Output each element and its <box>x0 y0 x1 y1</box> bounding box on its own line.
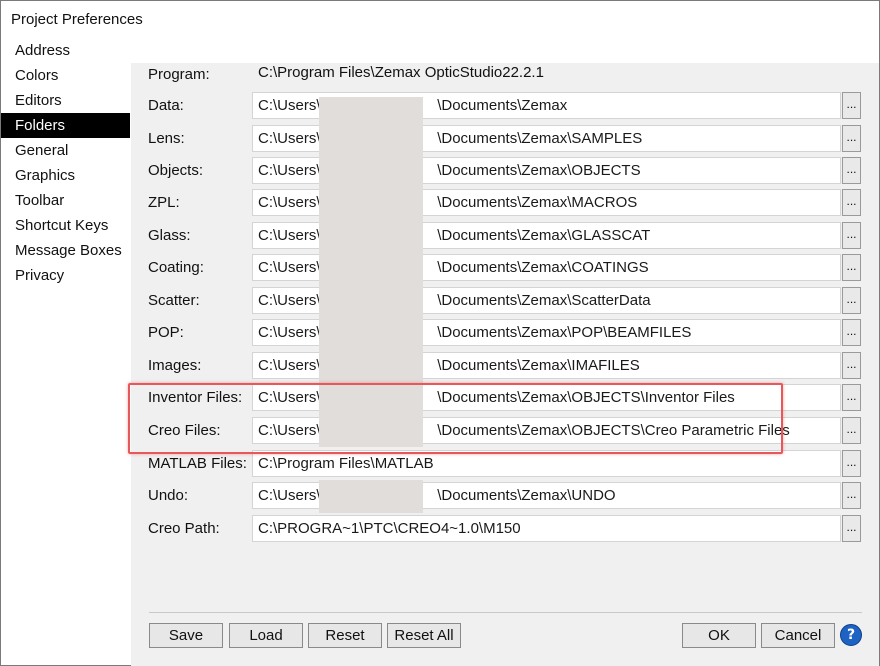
glass-browse-button[interactable]: ... <box>842 222 861 249</box>
coating-browse-button[interactable]: ... <box>842 254 861 281</box>
creo-files-browse-button[interactable]: ... <box>842 417 861 444</box>
lens-browse-button[interactable]: ... <box>842 125 861 152</box>
program-label: Program: <box>148 66 210 83</box>
program-path: C:\Program Files\Zemax OpticStudio22.2.1 <box>258 64 544 81</box>
pop-browse-button[interactable]: ... <box>842 319 861 346</box>
button-bar-divider <box>149 612 862 613</box>
redaction-block <box>319 480 423 513</box>
data-browse-button[interactable]: ... <box>842 92 861 119</box>
sidebar-item-privacy[interactable]: Privacy <box>1 263 130 288</box>
ok-button[interactable]: OK <box>682 623 756 648</box>
inventor-files-browse-button[interactable]: ... <box>842 384 861 411</box>
folder-row-lens: Lens: C:\Users\ \Documents\Zemax\SAMPLES… <box>131 125 879 152</box>
sidebar-item-general[interactable]: General <box>1 138 130 163</box>
undo-browse-button[interactable]: ... <box>842 482 861 509</box>
program-row: Program: C:\Program Files\Zemax OpticStu… <box>131 61 879 88</box>
sidebar-item-toolbar[interactable]: Toolbar <box>1 188 130 213</box>
folder-label: Objects: <box>148 162 204 179</box>
folder-row-pop: POP: C:\Users\ \Documents\Zemax\POP\BEAM… <box>131 319 879 346</box>
sidebar-item-address[interactable]: Address <box>1 38 130 63</box>
folder-label: Scatter: <box>148 292 200 309</box>
folder-row-images: Images: C:\Users\ \Documents\Zemax\IMAFI… <box>131 352 879 379</box>
window-title: Project Preferences <box>11 11 143 28</box>
folder-row-data: Data: C:\Users\ \Documents\Zemax ... <box>131 92 879 119</box>
reset-button[interactable]: Reset <box>308 623 382 648</box>
sidebar-item-folders[interactable]: Folders <box>1 113 130 138</box>
folder-row-glass: Glass: C:\Users\ \Documents\Zemax\GLASSC… <box>131 222 879 249</box>
sidebar-item-colors[interactable]: Colors <box>1 63 130 88</box>
cancel-button[interactable]: Cancel <box>761 623 835 648</box>
objects-browse-button[interactable]: ... <box>842 157 861 184</box>
folder-row-zpl: ZPL: C:\Users\ \Documents\Zemax\MACROS .… <box>131 189 879 216</box>
images-browse-button[interactable]: ... <box>842 352 861 379</box>
zpl-browse-button[interactable]: ... <box>842 189 861 216</box>
folder-label: Glass: <box>148 227 191 244</box>
scatter-browse-button[interactable]: ... <box>842 287 861 314</box>
load-button[interactable]: Load <box>229 623 303 648</box>
project-preferences-window: Project Preferences Address Colors Edito… <box>0 0 880 666</box>
sidebar-item-message-boxes[interactable]: Message Boxes <box>1 238 130 263</box>
matlab-files-path-field[interactable]: C:\Program Files\MATLAB <box>252 450 841 477</box>
folder-label: Undo: <box>148 487 189 504</box>
folder-row-matlab-files: MATLAB Files: C:\Program Files\MATLAB ..… <box>131 450 879 477</box>
folder-label: Creo Path: <box>148 520 220 537</box>
highlight-annotation <box>128 383 783 454</box>
sidebar-item-shortcut-keys[interactable]: Shortcut Keys <box>1 213 130 238</box>
sidebar-item-graphics[interactable]: Graphics <box>1 163 130 188</box>
folder-label: Images: <box>148 357 202 374</box>
folder-label: Lens: <box>148 130 185 147</box>
sidebar-item-editors[interactable]: Editors <box>1 88 130 113</box>
folder-label: Data: <box>148 97 184 114</box>
folder-row-coating: Coating: C:\Users\ \Documents\Zemax\COAT… <box>131 254 879 281</box>
folder-row-creo-path: Creo Path: C:\PROGRA~1\PTC\CREO4~1.0\M15… <box>131 515 879 542</box>
help-icon[interactable]: ? <box>840 624 862 646</box>
folder-label: Coating: <box>148 259 204 276</box>
save-button[interactable]: Save <box>149 623 223 648</box>
creo-path-browse-button[interactable]: ... <box>842 515 861 542</box>
folder-row-undo: Undo: C:\Users\ \Documents\Zemax\UNDO ..… <box>131 482 879 509</box>
sidebar: Address Colors Editors Folders General G… <box>1 38 130 288</box>
matlab-files-browse-button[interactable]: ... <box>842 450 861 477</box>
folder-row-scatter: Scatter: C:\Users\ \Documents\Zemax\Scat… <box>131 287 879 314</box>
folder-label: POP: <box>148 324 184 341</box>
folders-panel: Program: C:\Program Files\Zemax OpticStu… <box>131 63 879 666</box>
creo-path-field[interactable]: C:\PROGRA~1\PTC\CREO4~1.0\M150 <box>252 515 841 542</box>
folder-label: ZPL: <box>148 194 180 211</box>
folder-row-objects: Objects: C:\Users\ \Documents\Zemax\OBJE… <box>131 157 879 184</box>
reset-all-button[interactable]: Reset All <box>387 623 461 648</box>
folder-label: MATLAB Files: <box>148 455 247 472</box>
